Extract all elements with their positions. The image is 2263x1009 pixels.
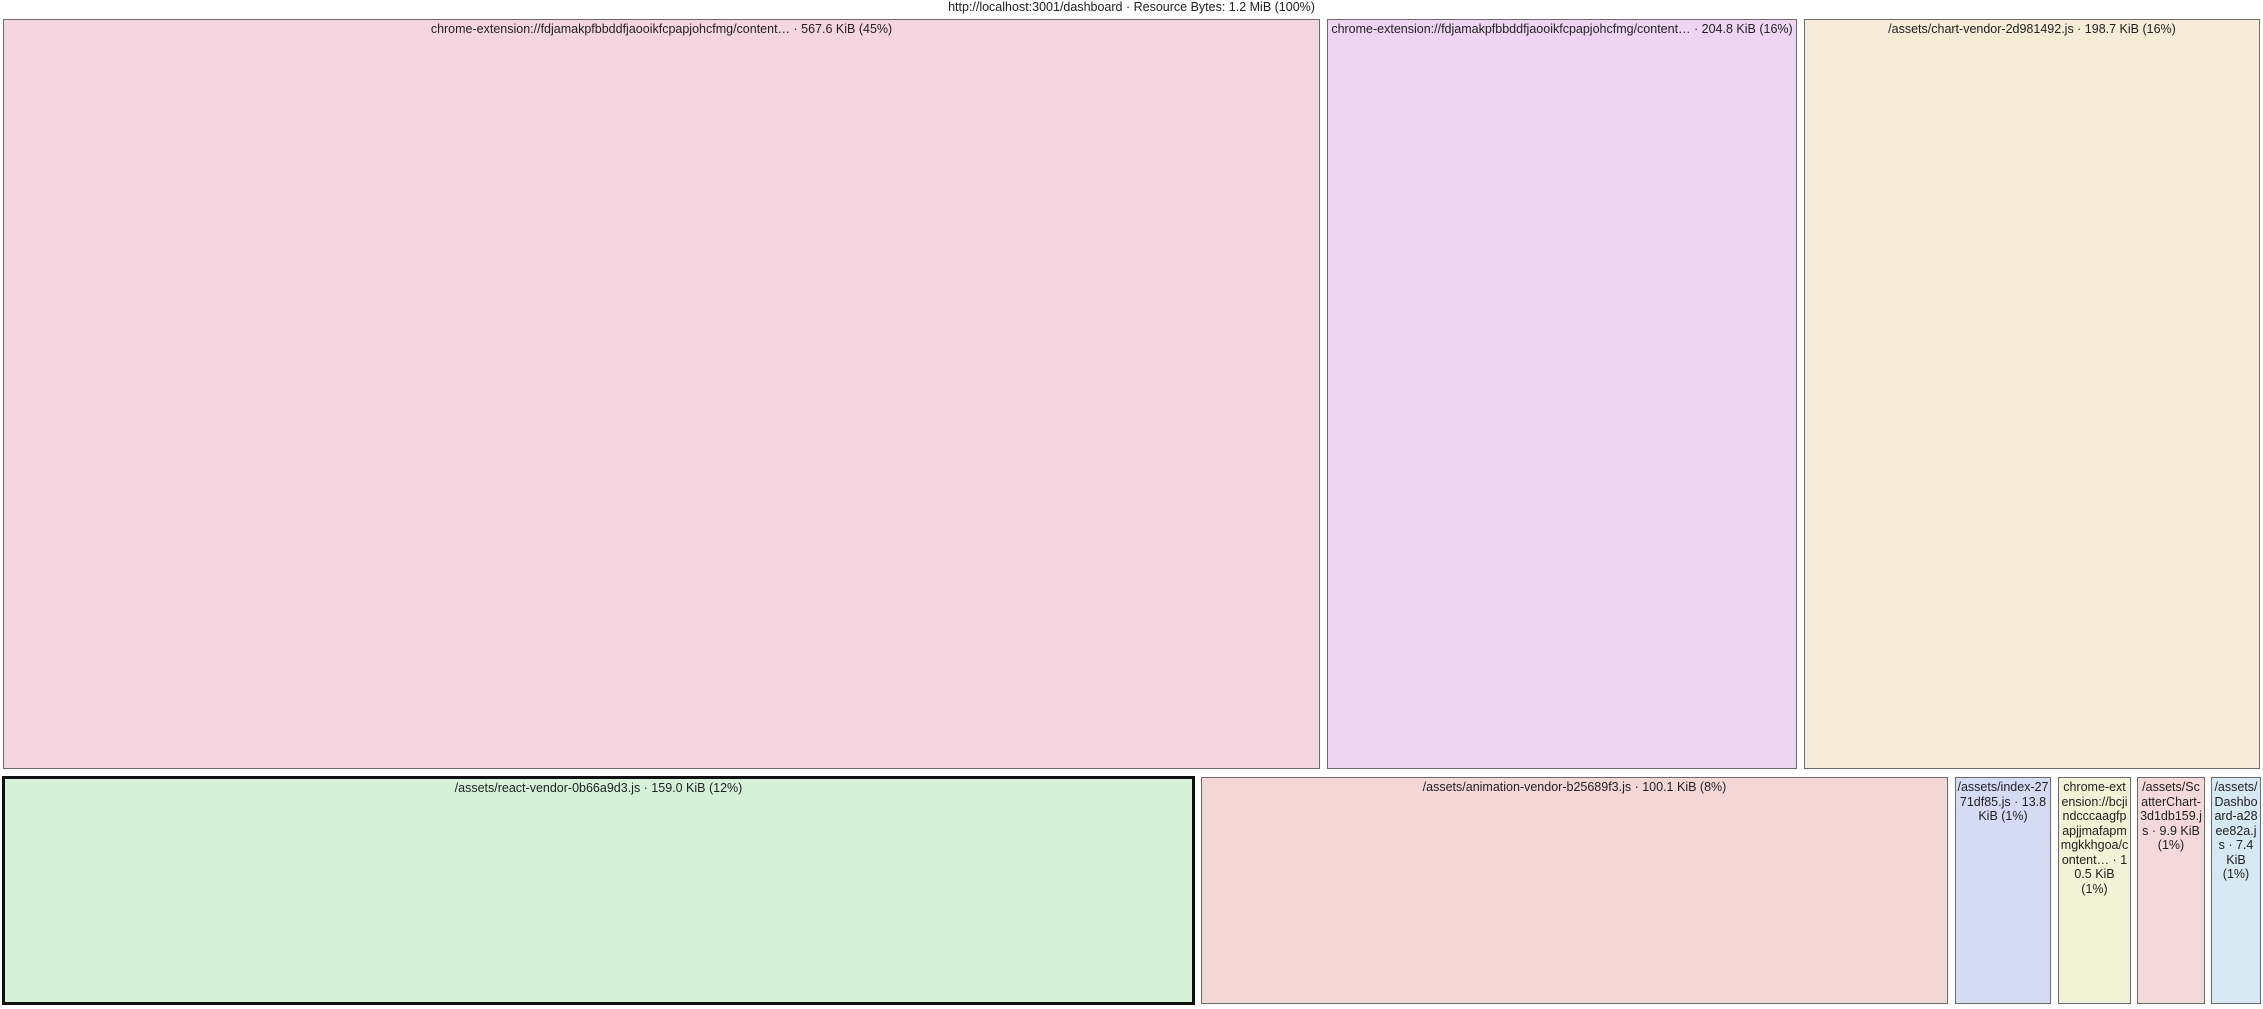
- node-label: /assets/react-vendor-0b66a9d3.js · 159.0…: [454, 781, 743, 795]
- node-label: /assets/chart-vendor-2d981492.js · 198.7…: [1888, 22, 2176, 36]
- treemap-node-animation-vendor[interactable]: /assets/animation-vendor-b25689f3.js · 1…: [1201, 777, 1948, 1004]
- treemap-node-content-script-fdjamak-large[interactable]: chrome-extension://fdjamakpfbbddfjaooikf…: [3, 19, 1320, 769]
- treemap-node-scatter-chart[interactable]: /assets/ScatterChart-3d1db159.js · 9.9 K…: [2137, 777, 2205, 1004]
- treemap-node-react-vendor[interactable]: /assets/react-vendor-0b66a9d3.js · 159.0…: [2, 776, 1195, 1005]
- node-label: /assets/ScatterChart-3d1db159.js · 9.9 K…: [2140, 780, 2202, 852]
- treemap-node-content-script-bcjindc[interactable]: chrome-extension://bcjindcccaagfpapjjmaf…: [2058, 777, 2131, 1004]
- treemap-node-chart-vendor[interactable]: /assets/chart-vendor-2d981492.js · 198.7…: [1804, 19, 2260, 769]
- node-label: /assets/index-2771df85.js · 13.8 KiB (1%…: [1957, 780, 2049, 823]
- page-title: http://localhost:3001/dashboard · Resour…: [948, 0, 1315, 14]
- node-label: chrome-extension://fdjamakpfbbddfjaooikf…: [430, 22, 893, 36]
- treemap-canvas: http://localhost:3001/dashboard · Resour…: [0, 0, 2263, 1009]
- node-label: /assets/Dashboard-a28ee82a.js · 7.4 KiB …: [2214, 780, 2258, 881]
- node-label: chrome-extension://fdjamakpfbbddfjaooikf…: [1331, 22, 1793, 36]
- node-label: chrome-extension://bcjindcccaagfpapjjmaf…: [2060, 780, 2129, 896]
- node-label: /assets/animation-vendor-b25689f3.js · 1…: [1422, 780, 1727, 794]
- treemap-node-content-script-fdjamak-small[interactable]: chrome-extension://fdjamakpfbbddfjaooikf…: [1327, 19, 1797, 769]
- treemap-node-dashboard[interactable]: /assets/Dashboard-a28ee82a.js · 7.4 KiB …: [2211, 777, 2261, 1004]
- treemap-node-index[interactable]: /assets/index-2771df85.js · 13.8 KiB (1%…: [1955, 777, 2051, 1004]
